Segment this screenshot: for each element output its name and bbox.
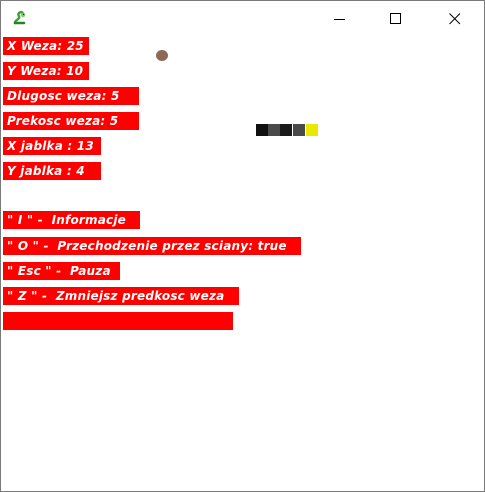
- key-walls-label: " O " - Przechodzenie przez sciany: true: [3, 237, 301, 255]
- snake-speed-label: Prekosc weza: 5: [3, 112, 139, 130]
- maximize-button[interactable]: [373, 1, 419, 36]
- snake-x-label: X Weza: 25: [3, 37, 89, 55]
- game-window: X Weza: 25 Y Weza: 10 Dlugosc weza: 5 Pr…: [0, 0, 485, 492]
- snake-tail-segment: [256, 124, 268, 136]
- minimize-button[interactable]: [317, 1, 363, 36]
- close-icon: [449, 12, 461, 24]
- close-button[interactable]: [432, 1, 478, 36]
- apple-x-label: X jablka : 13: [3, 137, 101, 155]
- key-speed-label: " Z " - Zmniejsz predkosc weza: [3, 287, 239, 305]
- snake-head: [306, 124, 318, 136]
- apple: [156, 50, 168, 61]
- snake-y-label: Y Weza: 10: [3, 62, 89, 80]
- snake-icon: [13, 10, 26, 25]
- title-bar[interactable]: [1, 1, 484, 36]
- minimize-icon: [334, 18, 345, 20]
- apple-y-label: Y jablka : 4: [3, 162, 101, 180]
- status-bar: [3, 312, 233, 330]
- snake-length-label: Dlugosc weza: 5: [3, 87, 139, 105]
- maximize-icon: [390, 12, 401, 24]
- snake-body-segment: [268, 124, 280, 136]
- snake-body-segment: [293, 124, 305, 136]
- key-info-label: " I " - Informacje: [3, 211, 140, 229]
- key-pause-label: " Esc " - Pauza: [3, 262, 120, 280]
- snake-body-segment: [280, 124, 292, 136]
